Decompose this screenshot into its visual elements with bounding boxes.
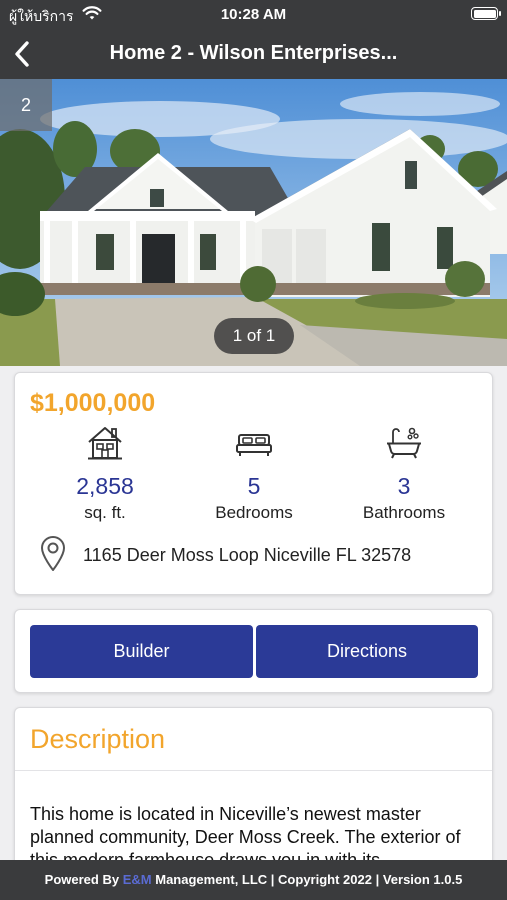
back-chevron-icon[interactable] <box>10 39 34 69</box>
bathrooms-value: 3 <box>397 473 411 499</box>
divider <box>15 770 492 771</box>
status-bar: ผู้ให้บริการ 10:28 AM <box>0 0 507 30</box>
square-feet-label: sq. ft. <box>84 503 126 522</box>
footer-brand: E&M <box>122 872 152 887</box>
page-title: Home 2 - Wilson Enterprises... <box>109 42 398 64</box>
bedrooms-label: Bedrooms <box>215 503 293 522</box>
bathtub-icon <box>387 427 421 459</box>
location-pin-icon <box>41 536 65 571</box>
bed-icon <box>236 434 272 456</box>
description-heading: Description <box>30 724 166 754</box>
photo-gallery[interactable]: 2 1 of 1 <box>0 79 507 366</box>
bedrooms-value: 5 <box>247 473 261 499</box>
listing-price: $1,000,000 <box>30 389 156 417</box>
clock: 10:28 AM <box>220 6 287 23</box>
listing-address: 1165 Deer Moss Loop Niceville FL 32578 <box>83 545 412 565</box>
footer-suffix: Management, LLC | Copyright 2022 | Versi… <box>155 872 463 887</box>
stat-bathrooms: 3 Bathrooms <box>329 425 479 523</box>
photo-pager-indicator: 1 of 1 <box>214 318 294 354</box>
battery-icon <box>471 7 501 20</box>
footer: Powered By E&M Management, LLC | Copyrig… <box>0 860 507 900</box>
listing-info-card: $1,000,000 2,858 sq. ft. 5 Bedrooms 3 Ba… <box>14 372 493 595</box>
footer-prefix: Powered By <box>44 872 120 887</box>
stat-bedrooms: 5 Bedrooms <box>179 425 329 523</box>
square-feet-value: 2,858 <box>76 473 134 499</box>
directions-button[interactable]: Directions <box>256 625 478 678</box>
house-icon <box>88 427 122 460</box>
stat-square-feet: 2,858 sq. ft. <box>30 425 180 523</box>
builder-button[interactable]: Builder <box>30 625 253 678</box>
actions-card: Builder Directions <box>14 609 493 693</box>
photo-count-badge: 2 <box>0 79 52 131</box>
bathrooms-label: Bathrooms <box>362 503 446 522</box>
navigation-bar: Home 2 - Wilson Enterprises... <box>0 30 507 79</box>
